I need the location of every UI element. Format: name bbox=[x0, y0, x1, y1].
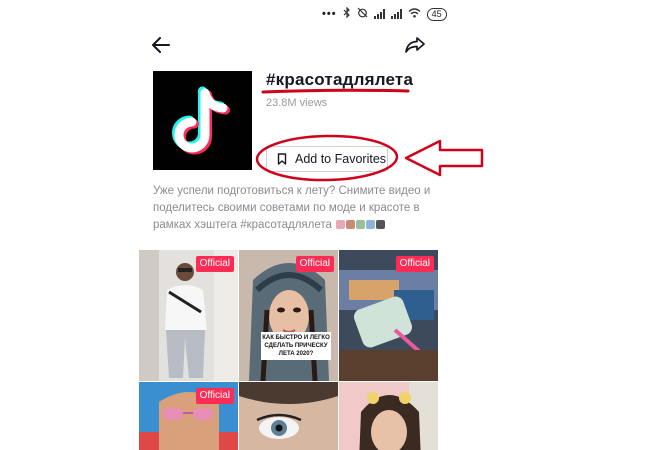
official-badge: Official bbox=[195, 256, 234, 272]
video-preview-image bbox=[239, 382, 338, 450]
video-thumbnail[interactable] bbox=[239, 382, 338, 450]
tiktok-logo-icon bbox=[153, 71, 252, 170]
video-thumbnail[interactable]: Official bbox=[139, 250, 238, 381]
video-thumbnail[interactable]: Official КАК БЫСТРО И ЛЕГКО СДЕЛАТЬ ПРИЧ… bbox=[239, 250, 338, 381]
video-grid: Official Official КАК БЫСТРО И ЛЕГКО СДЕ… bbox=[139, 250, 439, 450]
status-bar: ••• 45 bbox=[322, 6, 447, 22]
dots-icon: ••• bbox=[322, 8, 337, 20]
bluetooth-icon bbox=[343, 6, 351, 21]
official-badge: Official bbox=[295, 256, 334, 272]
hashtag-description: Уже успели подготовиться к лету? Снимите… bbox=[153, 183, 443, 234]
view-count: 23.8M views bbox=[266, 97, 328, 109]
signal-icon bbox=[390, 9, 402, 19]
video-thumbnail[interactable]: Official bbox=[339, 250, 438, 381]
official-badge: Official bbox=[195, 388, 234, 404]
arrow-left-icon bbox=[152, 37, 170, 53]
jeans-emoji-icon bbox=[366, 220, 376, 230]
bookmark-icon bbox=[277, 153, 287, 165]
alarm-off-icon bbox=[357, 7, 368, 21]
video-preview-image bbox=[339, 382, 438, 450]
hat-emoji-icon bbox=[346, 220, 356, 230]
description-text: Уже успели подготовиться к лету? Снимите… bbox=[153, 185, 431, 231]
video-thumbnail[interactable]: Official bbox=[139, 382, 238, 450]
shoe-emoji-icon bbox=[356, 220, 366, 230]
video-thumbnail[interactable] bbox=[339, 382, 438, 450]
back-button[interactable] bbox=[148, 32, 174, 58]
official-badge: Official bbox=[395, 256, 434, 272]
add-to-favorites-label: Add to Favorites bbox=[295, 152, 387, 166]
signal-icon bbox=[373, 9, 385, 19]
hashtag-title: #красотадлялета bbox=[266, 70, 414, 89]
sunglasses-emoji-icon bbox=[376, 220, 386, 230]
arrow-annotation bbox=[404, 139, 484, 177]
battery-icon: 45 bbox=[426, 7, 447, 21]
hashtag-cover-image bbox=[153, 71, 252, 170]
share-button[interactable] bbox=[402, 32, 428, 58]
underline-annotation bbox=[261, 88, 410, 94]
high-heel-emoji-icon bbox=[336, 220, 346, 230]
share-arrow-icon bbox=[405, 37, 425, 53]
wifi-icon bbox=[408, 7, 421, 21]
video-caption: КАК БЫСТРО И ЛЕГКО СДЕЛАТЬ ПРИЧЕСКУ ЛЕТА… bbox=[261, 332, 331, 360]
add-to-favorites-button[interactable]: Add to Favorites bbox=[266, 146, 388, 172]
